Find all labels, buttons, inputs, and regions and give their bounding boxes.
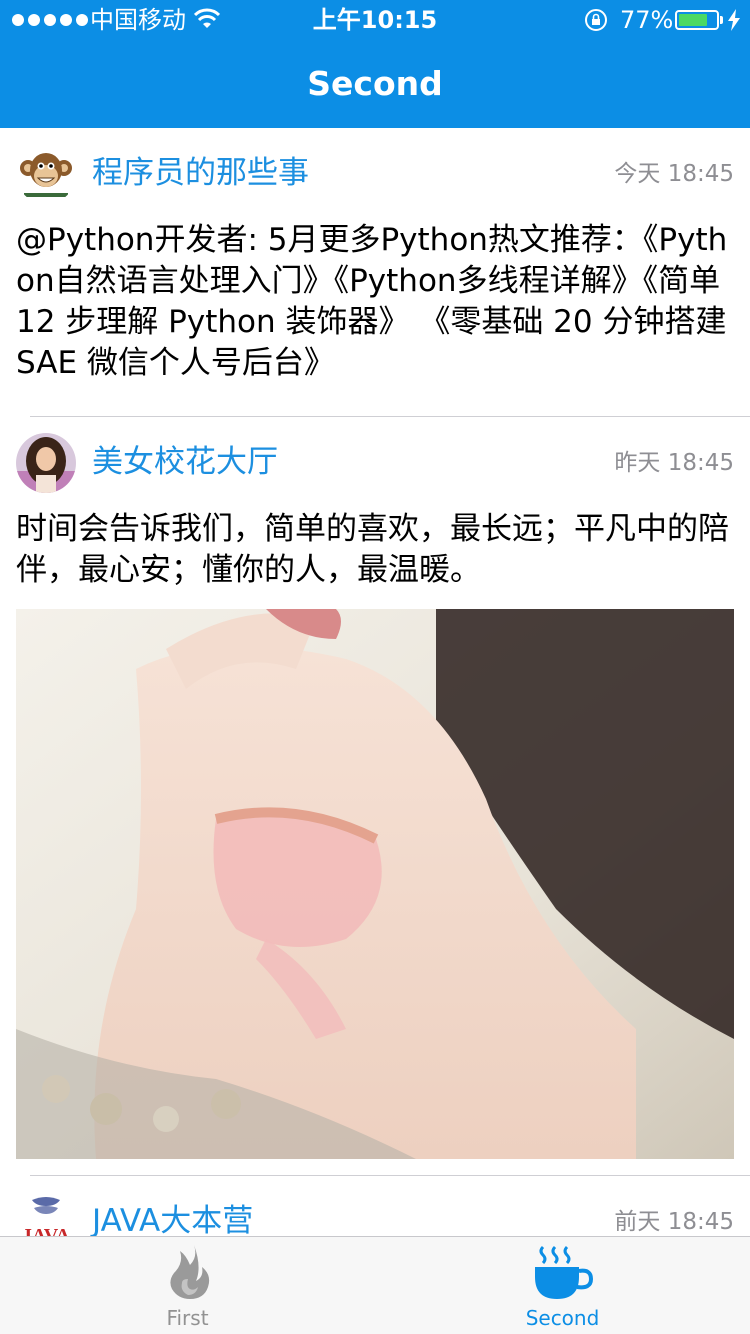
- feed-item[interactable]: 程序员的那些事 今天 18:45 @Python开发者: 5月更多Python热…: [0, 128, 750, 417]
- svg-text:JAVA: JAVA: [22, 1225, 71, 1236]
- post-text: @Python开发者: 5月更多Python热文推荐：《Python自然语言处理…: [16, 222, 728, 381]
- tab-first[interactable]: First: [0, 1237, 375, 1334]
- post-header: 美女校花大厅 昨天 18:45: [0, 417, 750, 509]
- coffee-cup-icon: [534, 1245, 593, 1299]
- battery-percentage: 77%: [620, 6, 674, 34]
- feed-item[interactable]: 美女校花大厅 昨天 18:45 时间会告诉我们，简单的喜欢，最长远；平凡中的陪伴…: [0, 417, 750, 1176]
- post-timestamp: 今天 18:45: [614, 161, 734, 187]
- post-timestamp: 昨天 18:45: [614, 450, 734, 476]
- post-header: 程序员的那些事 今天 18:45: [0, 128, 750, 220]
- battery-level: [679, 14, 707, 26]
- flame-icon: [169, 1245, 209, 1299]
- post-username[interactable]: 美女校花大厅: [92, 439, 278, 485]
- tab-second[interactable]: Second: [375, 1237, 750, 1334]
- app-screen: 中国移动 上午10:15 77% Second 程序员的那些事 今天 18:45…: [0, 0, 750, 1334]
- status-bar: 中国移动 上午10:15 77%: [0, 0, 750, 40]
- tab-label: Second: [525, 1306, 600, 1330]
- post-timestamp: 前天 18:45: [614, 1209, 734, 1235]
- nav-title: Second: [307, 64, 443, 103]
- avatar[interactable]: JAVA: [16, 1192, 76, 1236]
- battery-icon: [675, 10, 719, 30]
- post-username[interactable]: JAVA大本营: [92, 1198, 253, 1236]
- post-photo: [16, 609, 734, 1159]
- post-image[interactable]: [16, 609, 734, 1159]
- feed-list[interactable]: 程序员的那些事 今天 18:45 @Python开发者: 5月更多Python热…: [0, 128, 750, 1236]
- battery-tip: [720, 16, 723, 24]
- post-text: 时间会告诉我们，简单的喜欢，最长远；平凡中的陪伴，最心安；懂你的人，最温暖。: [16, 511, 729, 588]
- woman-avatar-icon: [16, 433, 76, 493]
- java-logo-icon: JAVA: [16, 1192, 76, 1236]
- avatar[interactable]: [16, 433, 76, 493]
- avatar[interactable]: [16, 144, 76, 204]
- tab-bar: First Second: [0, 1236, 750, 1334]
- monkey-avatar-icon: [16, 144, 76, 204]
- header: 中国移动 上午10:15 77% Second: [0, 0, 750, 128]
- feed-item[interactable]: JAVA JAVA大本营 前天 18:45: [0, 1176, 750, 1236]
- tab-label: First: [166, 1306, 209, 1330]
- orientation-lock-icon: [585, 9, 607, 31]
- post-header: JAVA JAVA大本营 前天 18:45: [0, 1176, 750, 1236]
- charging-icon: [728, 9, 740, 31]
- post-username[interactable]: 程序员的那些事: [92, 150, 309, 196]
